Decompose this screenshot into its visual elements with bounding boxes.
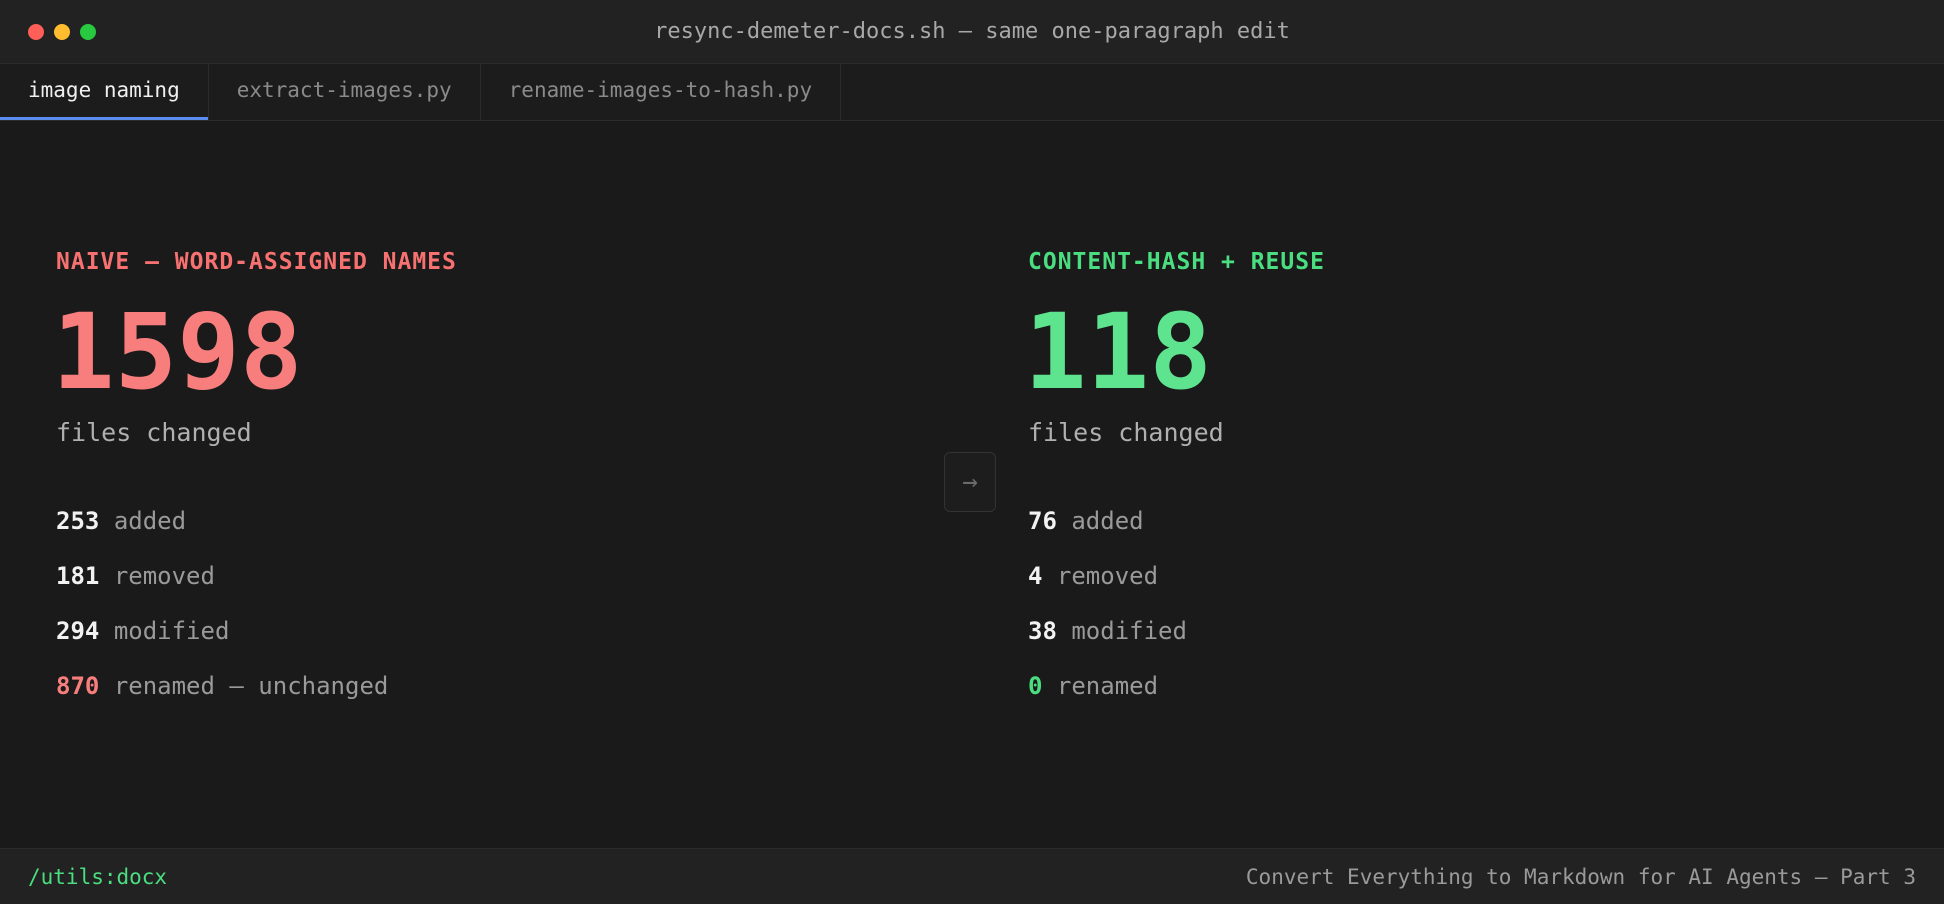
stat-number: 76 — [1028, 507, 1057, 535]
stat-label: removed — [1056, 562, 1159, 590]
footer-command: /utils:docx — [28, 865, 168, 889]
tab-bar: image naming extract-images.py rename-im… — [0, 64, 1944, 121]
content-hash-total-label: files changed — [1028, 418, 1224, 447]
content-hash-stat-renamed: 0 renamed — [1028, 671, 1187, 726]
tab-extract-images[interactable]: extract-images.py — [209, 64, 481, 120]
stat-number: 870 — [56, 672, 100, 700]
stat-number: 253 — [56, 507, 100, 535]
stat-number: 4 — [1028, 562, 1043, 590]
footer-series-title: Convert Everything to Markdown for AI Ag… — [1245, 865, 1916, 889]
terminal-window: resync-demeter-docs.sh — same one-paragr… — [0, 0, 1944, 904]
content-hash-stat-added: 76 added — [1028, 506, 1187, 561]
stat-label: renamed — [1056, 672, 1159, 700]
stat-number: 38 — [1028, 617, 1057, 645]
tab-rename-images-to-hash[interactable]: rename-images-to-hash.py — [481, 64, 842, 120]
stat-number: 294 — [56, 617, 100, 645]
stat-label: modified — [113, 617, 230, 645]
stat-number: 181 — [56, 562, 100, 590]
naive-heading: NAIVE — WORD-ASSIGNED NAMES — [56, 249, 457, 275]
naive-stat-renamed: 870 renamed — unchanged — [56, 671, 388, 726]
content-hash-stat-modified: 38 modified — [1028, 616, 1187, 671]
content-hash-stats-list: 76 added 4 removed 38 modified 0 renamed — [1028, 506, 1187, 726]
stat-label: renamed — unchanged — [113, 672, 389, 700]
naive-stat-removed: 181 removed — [56, 561, 388, 616]
tab-image-naming[interactable]: image naming — [0, 64, 209, 120]
naive-stat-modified: 294 modified — [56, 616, 388, 671]
stat-label: added — [1071, 507, 1144, 535]
status-footer: /utils:docx Convert Everything to Markdo… — [0, 848, 1944, 904]
naive-panel: NAIVE — WORD-ASSIGNED NAMES 1598 files c… — [52, 244, 457, 700]
content-hash-panel: CONTENT-HASH + REUSE 118 files changed 7… — [1024, 244, 1325, 700]
stat-label: modified — [1071, 617, 1187, 645]
content-hash-stat-removed: 4 removed — [1028, 561, 1187, 616]
naive-stats-list: 253 added 181 removed 294 modified 870 r… — [56, 506, 388, 726]
naive-total-count: 1598 — [52, 291, 303, 413]
window-title: resync-demeter-docs.sh — same one-paragr… — [654, 19, 1290, 44]
arrow-right-icon: → — [944, 452, 996, 512]
content-hash-total-count: 118 — [1024, 291, 1212, 413]
stat-label: added — [113, 507, 187, 535]
stat-label: removed — [113, 562, 215, 590]
naive-stat-added: 253 added — [56, 506, 388, 561]
naive-total-label: files changed — [56, 418, 252, 447]
title-bar: resync-demeter-docs.sh — same one-paragr… — [0, 0, 1944, 64]
content-hash-heading: CONTENT-HASH + REUSE — [1028, 249, 1325, 275]
stat-number: 0 — [1028, 672, 1043, 700]
